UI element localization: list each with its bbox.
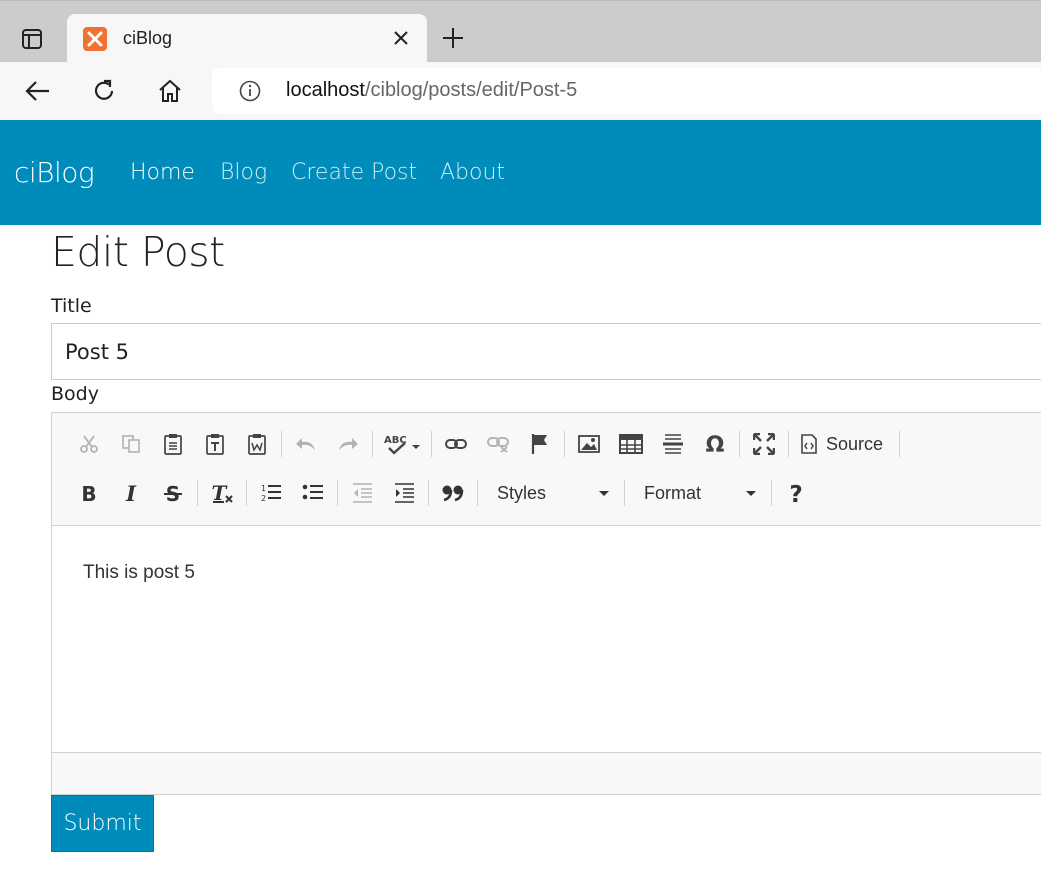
source-icon <box>801 434 817 454</box>
address-bar[interactable]: localhost/ciblog/posts/edit/Post-5 <box>212 68 1041 114</box>
redo-icon[interactable] <box>327 427 369 461</box>
editor-status-bar <box>52 752 1041 794</box>
copy-icon[interactable] <box>110 427 152 461</box>
cut-icon[interactable] <box>68 427 110 461</box>
nav-link-about[interactable]: About <box>440 160 505 185</box>
svg-text:?: ? <box>789 482 802 504</box>
paste-text-icon[interactable] <box>194 427 236 461</box>
url-host: localhost <box>286 79 365 101</box>
rich-text-editor: ABC Ω Source B I T 1 2 Styles Format ? T… <box>51 412 1041 795</box>
editor-toolbar-row-2: B I S T 12 <box>68 476 817 510</box>
home-icon[interactable] <box>150 72 190 110</box>
nav-link-blog[interactable]: Blog <box>220 160 267 185</box>
body-label: Body <box>51 383 99 405</box>
tab-actions-icon[interactable] <box>12 19 52 59</box>
toolbar-separator <box>477 480 478 506</box>
browser-tab-bar: ciBlog <box>0 0 1041 63</box>
toolbar-separator <box>739 431 740 457</box>
special-character-icon[interactable]: Ω <box>694 427 736 461</box>
chevron-down-icon <box>599 490 609 496</box>
page-title: Edit Post <box>51 228 225 276</box>
svg-text:2: 2 <box>261 494 266 503</box>
editor-toolbar-row-1: ABC Ω Source <box>68 427 903 461</box>
format-label: Format <box>644 482 702 503</box>
url-text[interactable]: localhost/ciblog/posts/edit/Post-5 <box>286 79 577 102</box>
toolbar-separator <box>899 431 900 457</box>
editor-content-area[interactable]: This is post 5 <box>52 526 1041 752</box>
strikethrough-icon[interactable]: S <box>152 476 194 510</box>
format-dropdown[interactable]: Format <box>628 476 768 510</box>
styles-dropdown[interactable]: Styles <box>481 476 621 510</box>
toolbar-separator <box>564 431 565 457</box>
italic-icon[interactable]: I <box>110 476 152 510</box>
horizontal-line-icon[interactable] <box>652 427 694 461</box>
help-icon[interactable]: ? <box>775 476 817 510</box>
browser-tab[interactable]: ciBlog <box>67 14 427 63</box>
source-button[interactable]: Source <box>792 427 896 461</box>
tab-title: ciBlog <box>123 28 173 48</box>
svg-text:I: I <box>125 483 137 503</box>
editor-toolbar: ABC Ω Source B I T 1 2 Styles Format ? <box>52 413 1041 526</box>
browser-toolbar: localhost/ciblog/posts/edit/Post-5 <box>0 62 1041 120</box>
bulleted-list-icon[interactable] <box>292 476 334 510</box>
table-icon[interactable] <box>610 427 652 461</box>
numbered-list-icon[interactable]: 12 <box>250 476 292 510</box>
close-tab-icon[interactable] <box>389 26 413 50</box>
nav-link-home[interactable]: Home <box>130 160 195 185</box>
paste-icon[interactable] <box>152 427 194 461</box>
editor-content-text[interactable]: This is post 5 <box>83 562 195 584</box>
unlink-icon[interactable] <box>477 427 519 461</box>
spellcheck-icon[interactable]: ABC <box>376 427 428 461</box>
brand-logo[interactable]: ciBlog <box>14 156 95 189</box>
image-icon[interactable] <box>568 427 610 461</box>
svg-text:Ω: Ω <box>706 434 725 454</box>
svg-text:1: 1 <box>261 484 266 493</box>
toolbar-separator <box>246 480 247 506</box>
nav-link-create-post[interactable]: Create Post <box>291 160 417 185</box>
remove-format-icon[interactable]: T <box>201 476 243 510</box>
toolbar-separator <box>337 480 338 506</box>
maximize-icon[interactable] <box>743 427 785 461</box>
toolbar-separator <box>624 480 625 506</box>
link-icon[interactable] <box>435 427 477 461</box>
site-navbar: ciBlog Home Blog Create Post About <box>0 120 1041 225</box>
blockquote-icon[interactable] <box>432 476 474 510</box>
source-label: Source <box>826 433 884 454</box>
bold-icon[interactable]: B <box>68 476 110 510</box>
paste-from-word-icon[interactable] <box>236 427 278 461</box>
submit-button[interactable]: Submit <box>51 795 154 852</box>
toolbar-separator <box>771 480 772 506</box>
chevron-down-icon <box>746 490 756 496</box>
toolbar-separator <box>197 480 198 506</box>
xampp-favicon-icon <box>83 27 107 51</box>
toolbar-separator <box>372 431 373 457</box>
toolbar-separator <box>281 431 282 457</box>
toolbar-separator <box>788 431 789 457</box>
styles-label: Styles <box>497 482 547 503</box>
title-input[interactable] <box>51 323 1041 380</box>
svg-text:B: B <box>81 483 96 503</box>
site-info-icon[interactable] <box>238 79 262 103</box>
back-arrow-icon[interactable] <box>18 72 58 110</box>
url-path: /ciblog/posts/edit/Post-5 <box>364 79 578 101</box>
increase-indent-icon[interactable] <box>383 476 425 510</box>
anchor-flag-icon[interactable] <box>519 427 561 461</box>
undo-icon[interactable] <box>285 427 327 461</box>
toolbar-separator <box>428 480 429 506</box>
reload-icon[interactable] <box>84 72 124 110</box>
new-tab-icon[interactable] <box>436 21 470 55</box>
title-label: Title <box>51 295 92 317</box>
toolbar-separator <box>431 431 432 457</box>
decrease-indent-icon[interactable] <box>341 476 383 510</box>
